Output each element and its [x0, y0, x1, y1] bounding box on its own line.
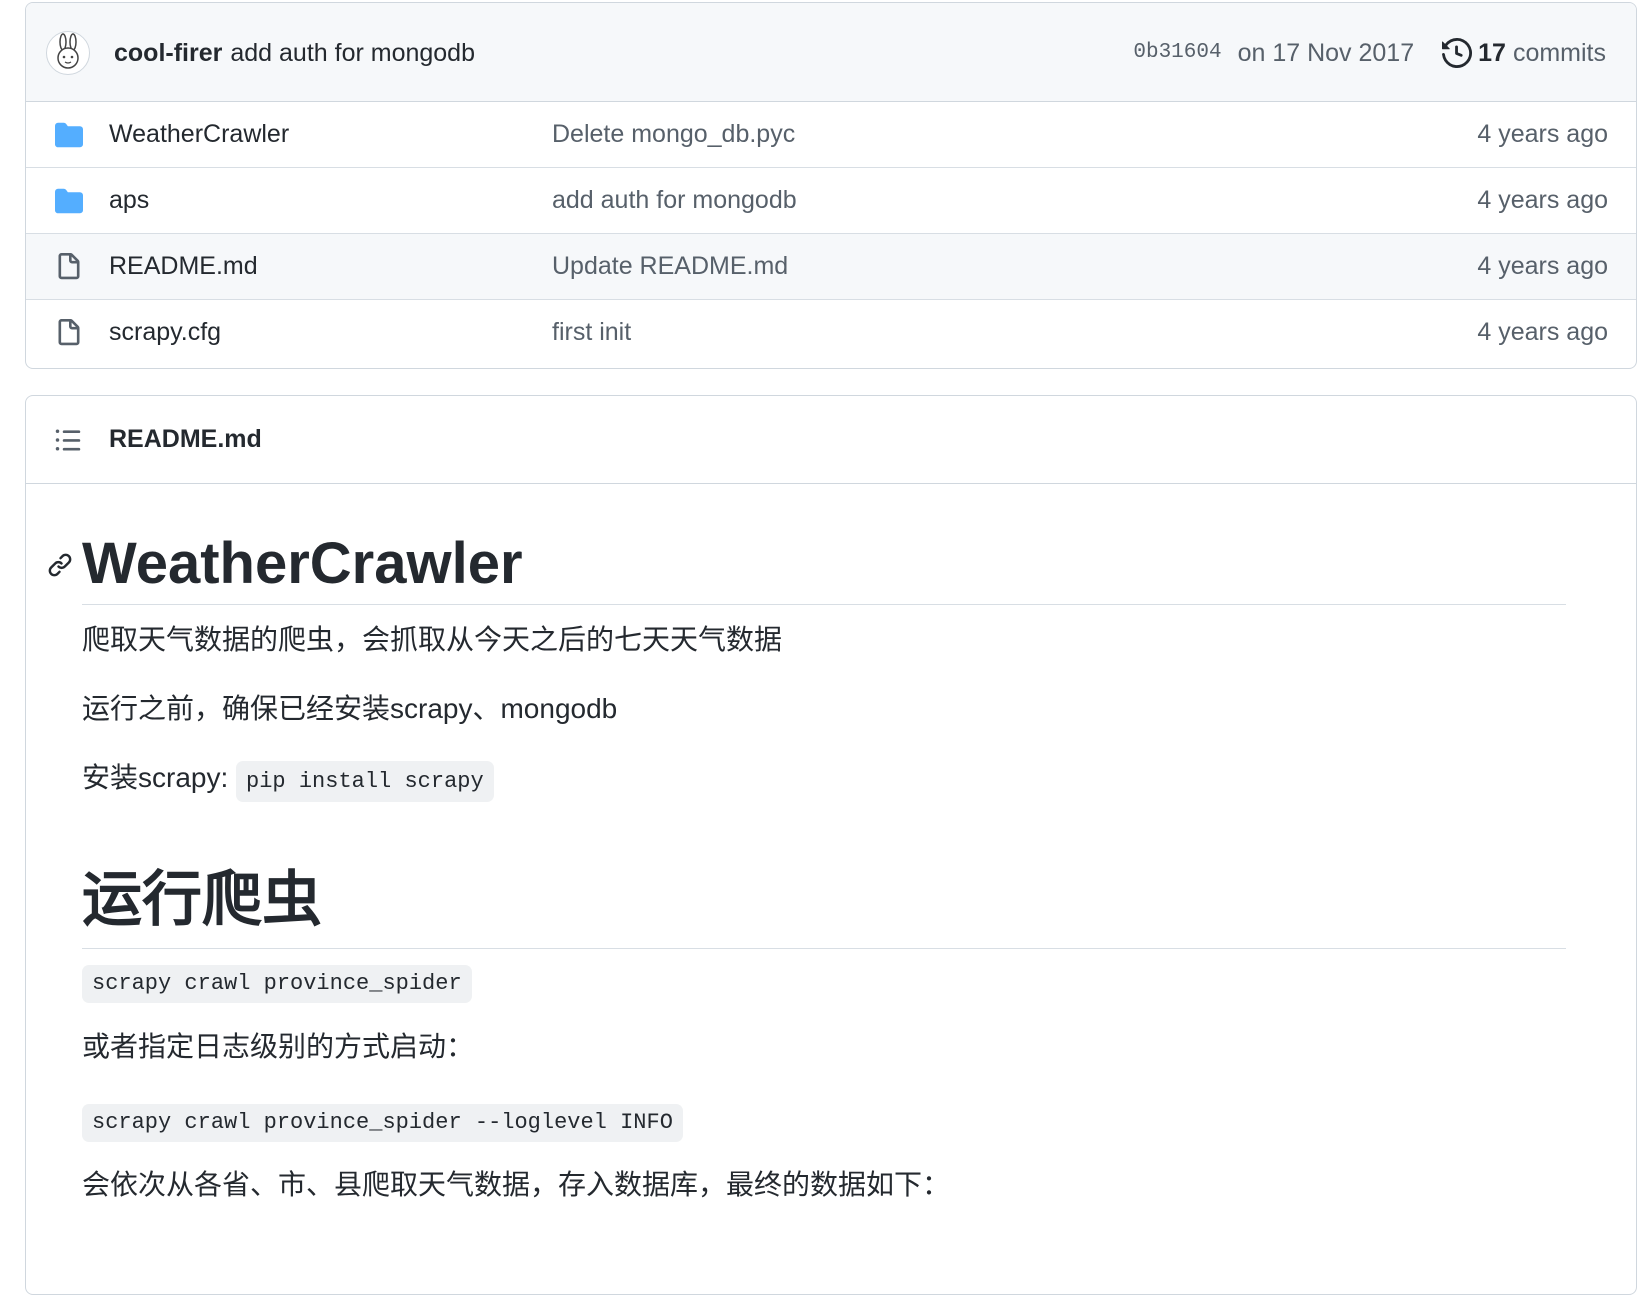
folder-icon — [55, 188, 83, 214]
readme-heading-1: WeatherCrawler — [48, 512, 1566, 605]
run-heading: 运行爬虫 — [82, 866, 322, 933]
file-listing: cool-firer add auth for mongodb 0b31604 o… — [25, 2, 1637, 369]
commit-history-link[interactable]: 17 commits — [1442, 37, 1606, 69]
file-name-link[interactable]: scrapy.cfg — [109, 316, 221, 348]
code-block: scrapy crawl province_spider — [82, 965, 472, 1003]
file-commit-message[interactable]: Delete mongo_db.pyc — [552, 118, 795, 150]
readme-title-heading: WeatherCrawler — [82, 531, 523, 596]
folder-icon — [55, 122, 83, 148]
file-row[interactable]: WeatherCrawler Delete mongo_db.pyc 4 yea… — [26, 102, 1636, 167]
readme-header: README.md — [26, 396, 1636, 484]
readme-paragraph: 运行之前，确保已经安装scrapy、mongodb — [82, 693, 618, 724]
file-commit-message[interactable]: first init — [552, 316, 631, 348]
readme-heading-2: 运行爬虫 — [82, 856, 1566, 949]
readme-paragraph: 或者指定日志级别的方式启动： — [82, 1031, 475, 1062]
file-commit-message[interactable]: add auth for mongodb — [552, 184, 797, 216]
file-age: 4 years ago — [1477, 318, 1608, 346]
commit-message-link[interactable]: add auth for mongodb — [230, 39, 475, 67]
code-block: scrapy crawl province_spider --loglevel … — [82, 1104, 683, 1142]
commit-count: 17 — [1478, 39, 1506, 67]
history-icon — [1442, 38, 1473, 68]
file-age: 4 years ago — [1477, 252, 1608, 280]
commit-date: on 17 Nov 2017 — [1237, 39, 1415, 67]
readme-filename: README.md — [109, 425, 262, 453]
file-row[interactable]: README.md Update README.md 4 years ago — [26, 233, 1636, 299]
readme-paragraph: 爬取天气数据的爬虫，会抓取从今天之后的七天天气数据 — [82, 624, 783, 655]
readme-install-paragraph: 安装scrapy: pip install scrapy — [82, 760, 494, 802]
link-icon[interactable] — [47, 552, 73, 578]
file-name-link[interactable]: README.md — [109, 250, 258, 282]
file-icon — [58, 319, 80, 346]
readme-panel: README.md WeatherCrawler 爬取天气数据的爬虫，会抓取从今… — [25, 395, 1637, 1295]
file-commit-message[interactable]: Update README.md — [552, 250, 788, 282]
file-row[interactable]: scrapy.cfg first init 4 years ago — [26, 299, 1636, 365]
file-age: 4 years ago — [1477, 120, 1608, 148]
file-age: 4 years ago — [1477, 186, 1608, 214]
avatar[interactable] — [46, 31, 90, 75]
install-label: 安装scrapy: — [82, 762, 237, 793]
commit-count-label: commits — [1512, 39, 1606, 67]
commit-author-link[interactable]: cool-firer — [114, 39, 222, 67]
latest-commit-bar: cool-firer add auth for mongodb 0b31604 o… — [26, 3, 1636, 102]
inline-code: pip install scrapy — [236, 761, 494, 802]
file-row[interactable]: aps add auth for mongodb 4 years ago — [26, 167, 1636, 233]
readme-paragraph: 会依次从各省、市、县爬取天气数据，存入数据库，最终的数据如下： — [82, 1169, 951, 1200]
commit-sha-link[interactable]: 0b31604 — [1133, 37, 1221, 69]
file-icon — [58, 253, 80, 280]
table-of-contents-icon[interactable] — [54, 426, 82, 454]
file-name-link[interactable]: aps — [109, 184, 149, 216]
file-name-link[interactable]: WeatherCrawler — [109, 118, 289, 150]
